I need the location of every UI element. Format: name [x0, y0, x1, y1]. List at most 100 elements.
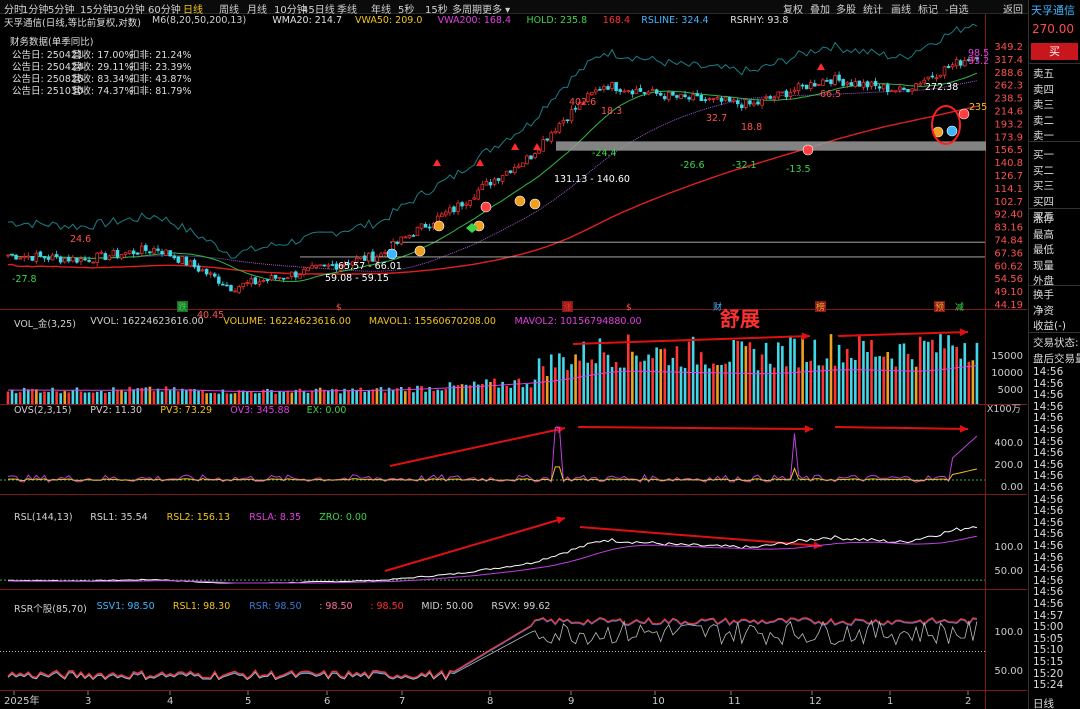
order-book-label: 卖二 [1033, 114, 1054, 127]
vol-legend-4: MAVOL2: 10156794880.00 [514, 316, 642, 327]
volume-bar [26, 389, 30, 404]
candle-body [200, 269, 205, 272]
candle-body [594, 89, 598, 93]
candle-body [237, 286, 241, 293]
rsr-red-line [7, 616, 977, 680]
tick-time: 15:05 [1033, 632, 1064, 645]
volume-bar [744, 346, 748, 404]
candle-body [464, 203, 468, 206]
divider [1029, 63, 1080, 64]
volume-bar [412, 392, 415, 404]
candle-body [456, 202, 460, 212]
volume-bar [335, 388, 338, 404]
volume-bar [181, 388, 184, 404]
candle-body [245, 282, 249, 284]
volume-bar [716, 365, 719, 404]
candle-body [549, 132, 554, 142]
volume-bar [201, 390, 204, 404]
volume-bar [801, 337, 804, 404]
candle-body [715, 97, 720, 100]
volume-bar [549, 354, 553, 404]
divider [1029, 285, 1080, 286]
trend-arrow-head [959, 424, 968, 433]
candle-body [241, 282, 245, 287]
volume-bar [124, 391, 127, 404]
main-legend-6: RSLINE: 324.4 [641, 15, 709, 26]
volume-bar [712, 363, 715, 404]
rsr-axis-label: 100.0 [994, 627, 1023, 638]
volume-bar [258, 392, 261, 404]
candle-body [614, 82, 618, 92]
candle-body [606, 86, 610, 90]
volume-bar [797, 367, 800, 404]
candle-body [91, 261, 95, 264]
chart-area[interactable]: 2025年 3 4 5 6 7 8 9 10 11 12 1 2 349.2 317.4 288.6 262.3… [0, 14, 1027, 709]
rsvx-line [7, 619, 978, 681]
candle-body [934, 77, 939, 79]
tick-time: 14:56 [1033, 435, 1064, 448]
volume-bar [914, 366, 918, 404]
candle-body [500, 175, 505, 182]
candle-body [849, 82, 854, 86]
candle-body [776, 91, 781, 98]
candle-body [208, 272, 213, 275]
volume-bar [708, 368, 711, 404]
price-axis-label: 140.8 [994, 158, 1023, 169]
volume-bar [383, 392, 387, 404]
volume-bar [476, 384, 480, 404]
price-annotation: 235 [969, 102, 987, 113]
candle-body [472, 197, 476, 200]
volume-bar [570, 364, 573, 404]
volume-bar [278, 391, 281, 404]
volume-bar [270, 390, 273, 404]
price-annotation: -27.8 [12, 274, 37, 285]
volume-bar [691, 336, 695, 404]
volume-bar [639, 361, 642, 404]
candle-body [914, 83, 918, 91]
volume-bar [537, 358, 541, 404]
volume-bar [108, 391, 111, 404]
candle-body [188, 260, 193, 267]
volume-bar [886, 352, 890, 404]
volume-bar [781, 346, 784, 404]
candle-body [123, 252, 128, 255]
volume-bar [789, 335, 792, 404]
order-book-label: 买二 [1033, 164, 1054, 177]
candle-body [626, 90, 631, 92]
candle-body [257, 281, 262, 285]
candle-body [318, 264, 322, 267]
candle-body [444, 211, 448, 216]
candle-body [918, 83, 922, 86]
tick-time: 14:56 [1033, 551, 1064, 564]
candle-body [204, 268, 209, 275]
candle-body [298, 274, 302, 279]
volume-bar [874, 356, 877, 404]
buy-button[interactable]: 买 [1031, 43, 1078, 60]
volume-bar [213, 392, 217, 404]
ovs-axis-label: 200.0 [994, 460, 1023, 471]
candle-body [950, 64, 955, 68]
candle-body [83, 258, 87, 261]
candle-body [853, 81, 858, 88]
price-axis-label: 156.5 [994, 145, 1023, 156]
candle-body [630, 90, 635, 95]
volume-bar [497, 387, 500, 404]
volume-bar [509, 387, 513, 404]
volume-bar [18, 392, 22, 404]
candle-body [294, 271, 298, 278]
candle-body [703, 99, 708, 101]
candle-body [658, 93, 663, 96]
volume-bar [606, 354, 610, 404]
candle-body [504, 170, 509, 176]
ovs-line [7, 426, 978, 484]
candle-body [310, 265, 314, 269]
trade-status-label: 交易状态: [1033, 337, 1079, 349]
quote-stat-label: 最低 [1033, 244, 1054, 257]
candle-body [63, 258, 67, 263]
tick-time: 14:56 [1033, 482, 1064, 494]
volume-bar [87, 392, 91, 404]
volume-bar [858, 334, 861, 404]
volume-bar [245, 391, 249, 404]
volume-axis-label: 15000 [991, 351, 1023, 362]
candle-body [857, 80, 862, 87]
